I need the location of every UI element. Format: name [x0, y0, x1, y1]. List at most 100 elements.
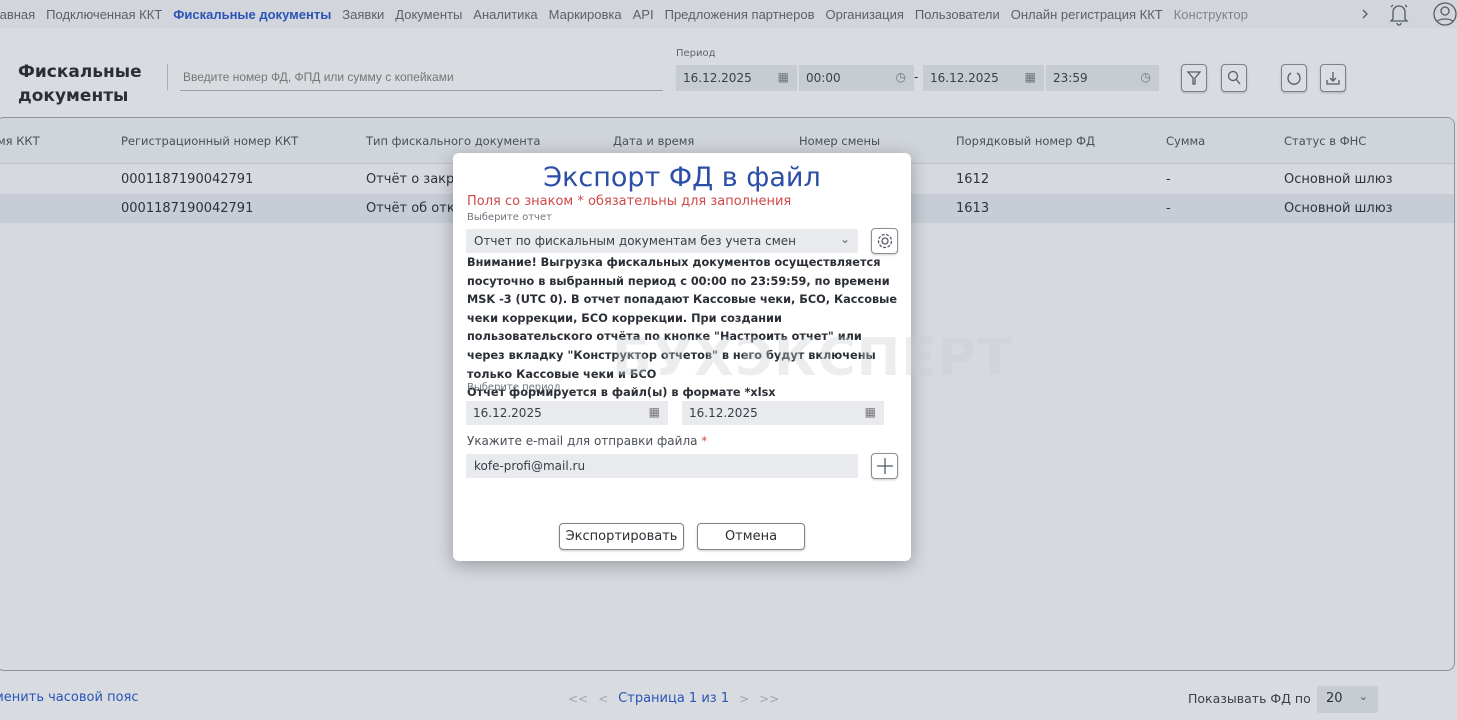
page-size-value: 20 [1326, 691, 1343, 706]
download-button[interactable] [1320, 64, 1346, 92]
reg-number: 0001187190042791 [121, 201, 254, 216]
nav-item-partners[interactable]: Предложения партнеров [665, 7, 815, 22]
warning-text: Внимание! Выгрузка фискальных документов… [467, 254, 897, 403]
nav-item-online-registration[interactable]: Онлайн регистрация ККТ [1011, 7, 1163, 22]
column-header[interactable]: Регистрационный номер ККТ [121, 134, 298, 148]
first-page-button[interactable]: << [568, 692, 588, 706]
report-select-value: Отчет по фискальным документам без учета… [474, 234, 796, 248]
chevron-down-icon: ⌄ [839, 232, 850, 246]
doc-type: Отчёт о закры [366, 172, 465, 187]
nav-item-organization[interactable]: Организация [825, 7, 903, 22]
nav-item-constructor[interactable]: Конструктор [1174, 7, 1248, 22]
calendar-icon[interactable]: ▦ [865, 405, 876, 419]
reg-number: 0001187190042791 [121, 172, 254, 187]
filter-icon [1186, 71, 1202, 85]
time-from-field[interactable]: 00:00 ◷ [799, 65, 914, 91]
clock-icon[interactable]: ◷ [896, 70, 906, 84]
modal-date-from-value: 16.12.2025 [473, 406, 542, 420]
column-header[interactable]: Дата и время [613, 134, 694, 148]
nav-item-requests[interactable]: Заявки [342, 7, 384, 22]
page-title: Фискальные документы [18, 60, 142, 108]
gear-icon [877, 233, 892, 249]
modal-date-to[interactable]: 16.12.2025 ▦ [682, 401, 884, 425]
nav-item-fiscal-documents[interactable]: Фискальные документы [173, 7, 331, 22]
last-page-button[interactable]: >> [759, 692, 779, 706]
period-label: Выберите период [467, 382, 561, 393]
refresh-icon [1287, 72, 1301, 85]
nav-actions [1352, 0, 1457, 28]
page-size-select[interactable]: 20 ⌄ [1317, 686, 1378, 713]
column-header[interactable]: мя ККТ [0, 134, 40, 148]
refresh-button[interactable] [1281, 64, 1307, 92]
cancel-button[interactable]: Отмена [697, 523, 805, 550]
sum: - [1166, 201, 1171, 216]
divider [167, 64, 168, 90]
report-label: Выберите отчет [467, 212, 552, 223]
page-title-line2: документы [18, 86, 129, 106]
bell-icon[interactable] [1388, 2, 1410, 26]
date-to-value: 16.12.2025 [930, 71, 999, 85]
nav-item-marking[interactable]: Маркировка [549, 7, 622, 22]
required-note: Поля со знаком * обязательны для заполне… [467, 194, 792, 209]
time-to-field[interactable]: 23:59 ◷ [1046, 65, 1159, 91]
calendar-icon[interactable]: ▦ [778, 70, 789, 84]
filter-button[interactable] [1181, 64, 1207, 92]
required-star: * [701, 434, 708, 448]
period-dash: - [914, 70, 919, 84]
date-from-value: 16.12.2025 [683, 71, 752, 85]
nav-item-api[interactable]: API [633, 7, 654, 22]
pagination: << < Страница 1 из 1 > >> [568, 691, 779, 706]
export-button[interactable]: Экспортировать [559, 523, 684, 550]
download-icon [1326, 72, 1340, 85]
top-nav: лавная Подключенная ККТ Фискальные докум… [0, 0, 1457, 28]
column-header[interactable]: Тип фискального документа [366, 134, 540, 148]
nav-item-users[interactable]: Пользователи [915, 7, 1000, 22]
column-header[interactable]: Порядковый номер ФД [956, 134, 1095, 148]
modal-title: Экспорт ФД в файл [543, 162, 821, 193]
plus-icon [876, 458, 893, 474]
change-timezone-link[interactable]: менить часовой пояс [0, 690, 139, 705]
warning-paragraph: Внимание! Выгрузка фискальных документов… [467, 256, 897, 381]
email-label: Укажите e-mail для отправки файла * [467, 434, 707, 448]
time-to-value: 23:59 [1053, 71, 1088, 85]
search-icon [1227, 70, 1241, 85]
prev-page-button[interactable]: < [598, 692, 608, 706]
search-button[interactable] [1221, 64, 1247, 92]
search-input[interactable] [180, 64, 663, 91]
page-size-label: Показывать ФД по [1188, 691, 1311, 706]
date-from-field[interactable]: 16.12.2025 ▦ [676, 65, 797, 91]
nav-item-home[interactable]: лавная [0, 7, 35, 22]
add-email-button[interactable] [871, 453, 898, 479]
calendar-icon[interactable]: ▦ [1025, 70, 1036, 84]
column-header[interactable]: Номер смены [799, 134, 880, 148]
period-label: Период [676, 48, 716, 59]
nav-item-analytics[interactable]: Аналитика [473, 7, 537, 22]
page-indicator: Страница 1 из 1 [618, 691, 730, 706]
report-settings-button[interactable] [871, 228, 898, 254]
export-modal: Экспорт ФД в файл Поля со знаком * обяза… [453, 153, 911, 561]
sum: - [1166, 172, 1171, 187]
clock-icon[interactable]: ◷ [1141, 70, 1151, 84]
column-header[interactable]: Статус в ФНС [1284, 134, 1366, 148]
time-from-value: 00:00 [806, 71, 841, 85]
calendar-icon[interactable]: ▦ [649, 405, 660, 419]
chevron-down-icon: ⌄ [1358, 690, 1368, 703]
date-to-field[interactable]: 16.12.2025 ▦ [923, 65, 1044, 91]
email-field[interactable] [466, 454, 858, 478]
nav-item-documents[interactable]: Документы [395, 7, 462, 22]
modal-date-to-value: 16.12.2025 [689, 406, 758, 420]
fns-status: Основной шлюз [1284, 201, 1393, 216]
modal-date-from[interactable]: 16.12.2025 ▦ [466, 401, 668, 425]
page-title-line1: Фискальные [18, 62, 142, 82]
chevron-right-icon[interactable] [1358, 7, 1372, 21]
fd-number: 1612 [956, 172, 990, 187]
nav-item-connected-kkt[interactable]: Подключенная ККТ [46, 7, 162, 22]
fns-status: Основной шлюз [1284, 172, 1393, 187]
doc-type: Отчёт об откр [366, 201, 463, 216]
report-select[interactable]: Отчет по фискальным документам без учета… [466, 229, 858, 253]
column-header[interactable]: Сумма [1166, 134, 1205, 148]
user-icon[interactable] [1432, 1, 1457, 27]
fd-number: 1613 [956, 201, 990, 216]
next-page-button[interactable]: > [739, 692, 749, 706]
email-label-text: Укажите e-mail для отправки файла [467, 434, 698, 448]
